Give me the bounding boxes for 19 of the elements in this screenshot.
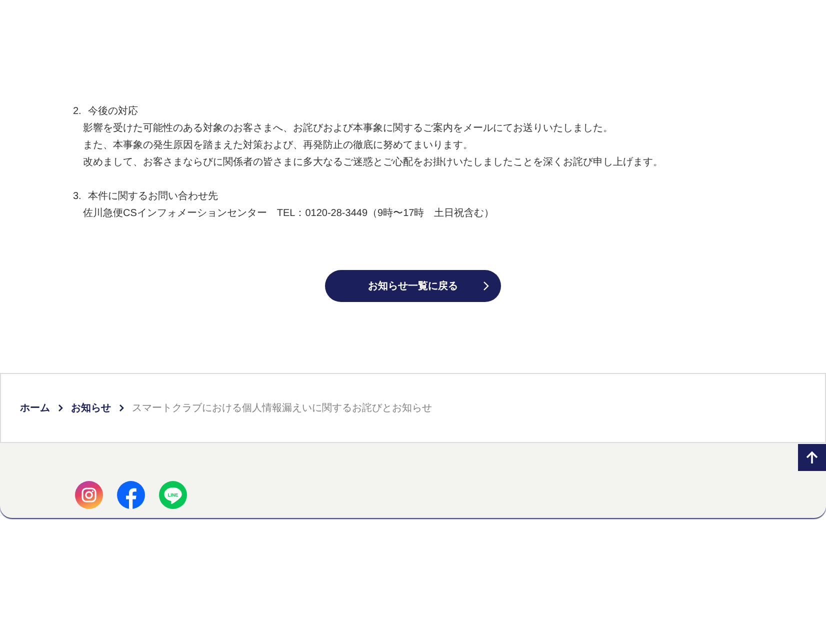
paragraph-line: 改めまして、お客さまならびに関係者の皆さまに多大なるご迷惑とご心配をお掛けいたしましたことを深くお詫び申し上げます。 xyxy=(83,156,663,170)
section-number: 2. xyxy=(73,105,82,119)
arrow-up-icon xyxy=(806,451,818,464)
paragraph-line: また、本事象の発生原因を踏まえた対策および、再発防止の徹底に努めてまいります。 xyxy=(83,138,473,153)
section-number: 3. xyxy=(73,190,82,204)
back-to-list-button[interactable]: お知らせ一覧に戻る xyxy=(325,270,501,302)
instagram-icon[interactable] xyxy=(75,481,103,509)
breadcrumb-current: スマートクラブにおける個人情報漏えいに関するお詫びとお知らせ xyxy=(132,402,432,416)
section-heading: 今後の対応 xyxy=(88,104,138,119)
page-top-button[interactable] xyxy=(798,444,826,471)
paragraph-line: 佐川急便CSインフォメーションセンター TEL：0120-28-3449（9時〜17時 土日祝含む） xyxy=(83,206,494,221)
chevron-right-icon xyxy=(58,404,63,412)
chevron-right-icon xyxy=(119,404,124,412)
section-heading: 本件に関するお問い合わせ先 xyxy=(88,190,218,204)
chevron-right-icon xyxy=(483,281,489,291)
breadcrumb-link[interactable]: お知らせ xyxy=(71,400,111,416)
paragraph-line: 影響を受けた可能性のある対象のお客さまへ、お詫びおよび本事象に関するご案内をメールにてお送りいたしました。 xyxy=(83,122,613,136)
facebook-icon[interactable] xyxy=(117,481,145,509)
breadcrumb-link[interactable]: ホーム xyxy=(20,400,50,416)
